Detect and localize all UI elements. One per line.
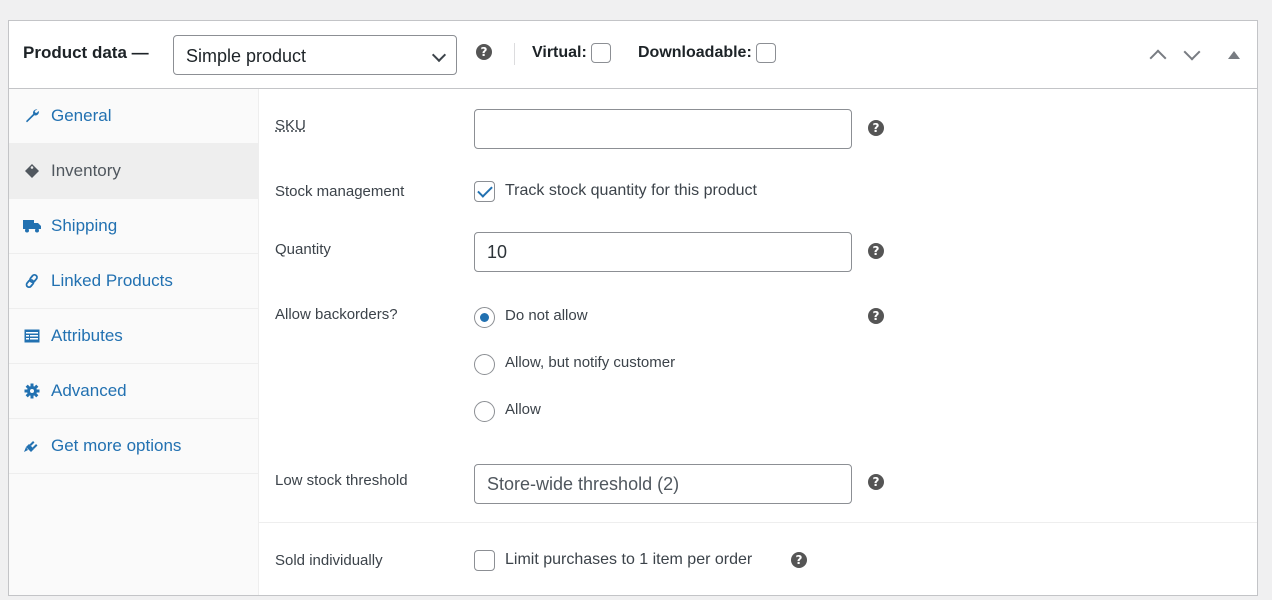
backorders-radio-notify[interactable] (474, 354, 495, 375)
downloadable-checkbox[interactable] (755, 43, 776, 63)
sold-individually-label: Sold individually (275, 552, 383, 569)
product-type-value: Simple product (186, 46, 307, 66)
truck-icon (23, 217, 41, 235)
gear-icon (23, 382, 41, 400)
quantity-label: Quantity (275, 241, 331, 258)
sold-individually-checkbox-label: Limit purchases to 1 item per order (505, 551, 753, 568)
panel-title: Product data — (23, 43, 149, 62)
tab-inventory[interactable]: Inventory (9, 144, 258, 199)
question-circle-icon[interactable]: ? (868, 308, 884, 324)
quantity-input[interactable] (474, 232, 852, 272)
tab-label: Shipping (51, 216, 118, 235)
question-circle-icon[interactable]: ? (791, 552, 807, 568)
header-divider (514, 43, 515, 65)
chevron-down-icon (431, 47, 447, 63)
tag-icon (23, 162, 41, 180)
low-stock-input[interactable] (474, 464, 852, 504)
tab-label: Linked Products (51, 271, 173, 290)
downloadable-label: Downloadable: (638, 44, 752, 61)
backorders-radio-allow[interactable] (474, 401, 495, 422)
tab-advanced[interactable]: Advanced (9, 364, 258, 419)
move-up-icon[interactable] (1147, 45, 1169, 67)
tab-label: General (51, 106, 112, 125)
tab-shipping[interactable]: Shipping (9, 199, 258, 254)
backorders-option-label: Do not allow (505, 307, 588, 324)
tab-label: Attributes (51, 326, 123, 345)
tab-attributes[interactable]: Attributes (9, 309, 258, 364)
move-down-icon[interactable] (1181, 45, 1203, 67)
inventory-panel: SKU ? Stock management Track stock quant… (259, 89, 1257, 595)
low-stock-label: Low stock threshold (275, 472, 408, 489)
stock-management-label: Stock management (275, 183, 405, 200)
question-circle-icon[interactable]: ? (868, 120, 884, 136)
tab-label: Inventory (51, 161, 121, 180)
track-stock-label: Track stock quantity for this product (505, 182, 757, 199)
question-circle-icon[interactable]: ? (868, 474, 884, 490)
sku-label: SKU (275, 117, 306, 134)
list-card-icon (23, 327, 41, 345)
tab-linked-products[interactable]: Linked Products (9, 254, 258, 309)
plugin-icon (23, 437, 41, 455)
virtual-label: Virtual: (532, 44, 587, 61)
question-circle-icon[interactable]: ? (476, 44, 492, 60)
product-data-panel: Product data — Simple product ? Virtual:… (8, 20, 1258, 596)
product-data-tabs: General Inventory Shipping Linked Produc… (9, 89, 259, 595)
backorders-radio-do-not-allow[interactable] (474, 307, 495, 328)
question-circle-icon[interactable]: ? (868, 243, 884, 259)
tab-get-more-options[interactable]: Get more options (9, 419, 258, 474)
downloadable-option[interactable]: Downloadable: (638, 43, 776, 63)
link-icon (23, 272, 41, 290)
backorders-option-label: Allow (505, 401, 541, 418)
sold-individually-checkbox[interactable] (474, 550, 495, 571)
section-divider (259, 522, 1257, 523)
track-stock-checkbox[interactable] (474, 181, 495, 202)
product-type-select[interactable]: Simple product (173, 35, 457, 75)
panel-header: Product data — Simple product ? Virtual:… (9, 21, 1257, 89)
sku-input[interactable] (474, 109, 852, 149)
virtual-option[interactable]: Virtual: (532, 43, 611, 63)
wrench-icon (23, 107, 41, 125)
backorders-option-label: Allow, but notify customer (505, 354, 676, 371)
virtual-checkbox[interactable] (590, 43, 611, 63)
tab-general[interactable]: General (9, 89, 258, 144)
collapse-toggle-icon[interactable] (1228, 51, 1240, 59)
tab-label: Get more options (51, 436, 182, 455)
tab-label: Advanced (51, 381, 127, 400)
backorders-label: Allow backorders? (275, 306, 398, 323)
